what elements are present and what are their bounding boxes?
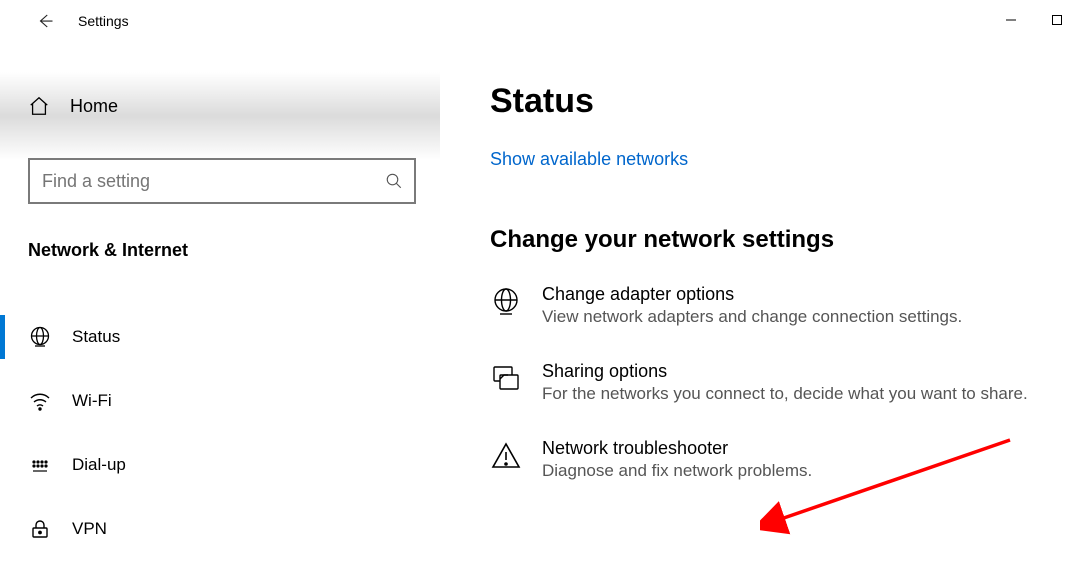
option-title: Network troubleshooter xyxy=(542,438,812,459)
home-button[interactable]: Home xyxy=(0,82,440,130)
category-header: Network & Internet xyxy=(28,240,440,261)
troubleshooter-icon xyxy=(490,440,522,472)
option-title: Change adapter options xyxy=(542,284,962,305)
home-label: Home xyxy=(70,96,118,117)
option-sharing[interactable]: Sharing options For the networks you con… xyxy=(490,361,1070,404)
maximize-button[interactable] xyxy=(1034,0,1080,40)
search-box[interactable] xyxy=(28,158,416,204)
nav-item-wifi[interactable]: Wi-Fi xyxy=(0,369,440,433)
adapter-icon xyxy=(490,286,522,318)
nav-item-status[interactable]: Status xyxy=(0,305,440,369)
vpn-icon xyxy=(28,517,52,541)
home-icon xyxy=(28,95,50,117)
sharing-icon xyxy=(490,363,522,395)
minimize-button[interactable] xyxy=(988,0,1034,40)
option-desc: For the networks you connect to, decide … xyxy=(542,384,1028,404)
sidebar: Home Network & Internet xyxy=(0,42,440,561)
option-desc: Diagnose and fix network problems. xyxy=(542,461,812,481)
page-title: Status xyxy=(490,82,1070,121)
search-icon xyxy=(374,172,414,190)
option-troubleshooter[interactable]: Network troubleshooter Diagnose and fix … xyxy=(490,438,1070,481)
nav-item-label: Dial-up xyxy=(72,455,126,475)
show-networks-link[interactable]: Show available networks xyxy=(490,149,1070,170)
option-title: Sharing options xyxy=(542,361,1028,382)
nav-item-vpn[interactable]: VPN xyxy=(0,497,440,561)
main-content: Status Show available networks Change yo… xyxy=(440,42,1080,561)
nav-item-label: Status xyxy=(72,327,120,347)
search-input[interactable] xyxy=(30,171,374,192)
window-title: Settings xyxy=(78,13,129,29)
titlebar: Settings xyxy=(0,0,1080,42)
globe-icon xyxy=(28,325,52,349)
option-desc: View network adapters and change connect… xyxy=(542,307,962,327)
option-adapter[interactable]: Change adapter options View network adap… xyxy=(490,284,1070,327)
dialup-icon xyxy=(28,453,52,477)
wifi-icon xyxy=(28,389,52,413)
back-button[interactable] xyxy=(28,4,62,38)
section-title: Change your network settings xyxy=(490,226,1070,254)
nav-item-label: VPN xyxy=(72,519,107,539)
nav-item-label: Wi-Fi xyxy=(72,391,112,411)
nav-list: Status Wi-Fi xyxy=(0,305,440,561)
nav-item-dialup[interactable]: Dial-up xyxy=(0,433,440,497)
